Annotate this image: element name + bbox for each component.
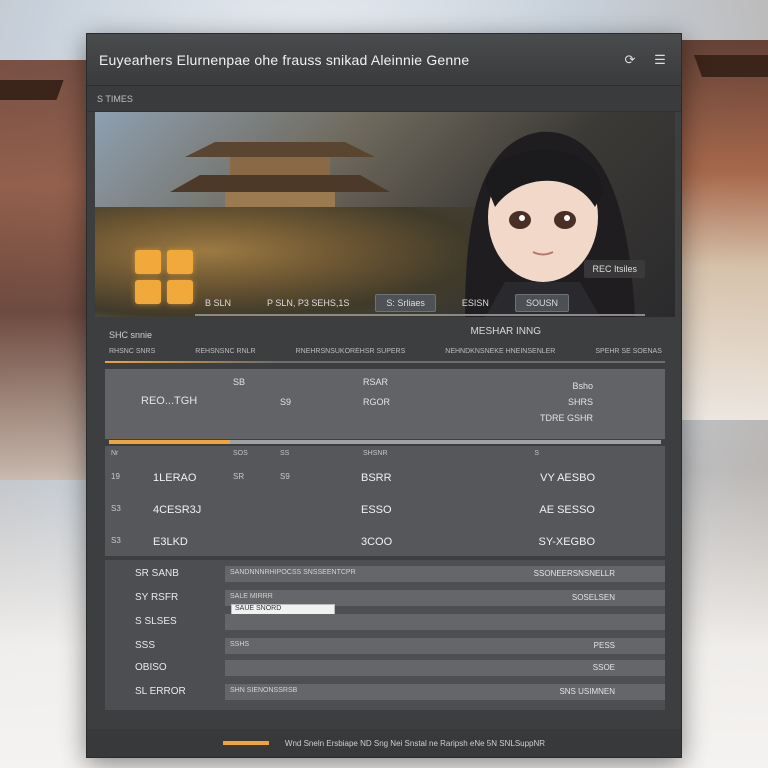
row-name: 4CESR3J xyxy=(153,504,202,516)
footer-accent xyxy=(222,741,269,745)
row-number: 19 xyxy=(111,472,120,481)
list-item-right: PESS xyxy=(593,641,615,650)
stats-table: Nr SOS SS SHSNR S 19 1LERAO SR S9 BSRR V… xyxy=(105,446,665,556)
list-item-label: S SLSES xyxy=(135,616,177,627)
row-b: S9 xyxy=(280,472,290,481)
game-logo-icon xyxy=(135,250,199,310)
column-header[interactable]: NEHNDKNSNEKE HNEINSENLER xyxy=(445,348,555,355)
pill-3[interactable]: S: Srliaes xyxy=(375,294,436,312)
game-launcher-window: Euyearhers Elurnenpae ohe frauss snikad … xyxy=(86,33,682,758)
summary-label: REO...TGH xyxy=(141,395,198,407)
list-item-label: SSS xyxy=(135,640,156,651)
summary-right-a: Bsho xyxy=(572,381,593,391)
list-item[interactable]: S SLSES xyxy=(105,614,665,632)
row-value: 3COO xyxy=(361,536,393,548)
column-headers: RHSNC SNRS REHSNSNC RNLR RNEHRSNSUKOREHS… xyxy=(109,348,669,355)
row-a: SR xyxy=(233,472,245,481)
section-right-title: MESHAR INNG xyxy=(470,326,541,337)
window-controls: ⟳ ☰ xyxy=(621,51,669,69)
list-item[interactable]: SL ERROR SHN SIENONSSRSB SNS USIMNEN xyxy=(105,684,665,702)
list-item[interactable]: SSS SSHS PESS xyxy=(105,638,665,656)
list-item[interactable]: OBISO SSOE xyxy=(105,660,665,678)
refresh-icon[interactable]: ⟳ xyxy=(621,51,639,69)
column-header[interactable]: REHSNSNC RNLR xyxy=(195,348,255,355)
list-item-label: SR SANB xyxy=(135,568,179,579)
footer-bar: Wnd Sneln Ersbiape ND Sng Nei Snstal ne … xyxy=(87,729,681,757)
left-temple xyxy=(0,60,90,480)
column-header[interactable]: RNEHRSNSUKOREHSR SUPERS xyxy=(296,348,406,355)
table-header: SOS xyxy=(233,450,248,457)
summary-right-b: SHRS xyxy=(567,397,593,407)
table-header: SHSNR xyxy=(363,450,388,457)
list-item[interactable]: SY RSFR SALE MIRRR SOSELSEN SAUE SNORD xyxy=(105,590,665,615)
pill-4[interactable]: ESISN xyxy=(452,295,499,311)
list-item-label: SL ERROR xyxy=(135,686,186,697)
row-value: ESSO xyxy=(361,504,392,516)
list-item-label: OBISO xyxy=(135,662,167,673)
progress-fill xyxy=(109,440,231,444)
hero-pill-bar: B SLN P SLN, P3 SEHS,1S S: Srliaes ESISN… xyxy=(195,294,645,312)
hero-banner: REC Itsiles B SLN P SLN, P3 SEHS,1S S: S… xyxy=(95,112,675,317)
row-right: AE SESSO xyxy=(539,504,595,516)
right-temple xyxy=(678,40,768,420)
summary-col2: SB xyxy=(233,377,246,387)
column-header[interactable]: RHSNC SNRS xyxy=(109,348,155,355)
list-item-right: SNS USIMNEN xyxy=(559,687,615,696)
list-item-right: SSOE xyxy=(592,663,615,672)
summary-col3b: RGOR xyxy=(363,397,390,407)
section-left-title: SHC snnie xyxy=(109,330,153,340)
row-number: S3 xyxy=(111,504,121,513)
table-row[interactable]: S3 E3LKD 3COO SY-XEGBO xyxy=(105,528,665,560)
hero-badge: REC Itsiles xyxy=(584,260,645,278)
list-item-mid: SSHS xyxy=(230,641,250,648)
progress-bar xyxy=(109,440,661,444)
list-item-mid: SALE MIRRR xyxy=(230,593,273,600)
summary-col2b: S9 xyxy=(280,397,292,407)
table-header: S xyxy=(534,450,539,457)
summary-right-c: TDRE GSHR xyxy=(539,413,593,423)
right-temple-roof xyxy=(693,55,768,77)
left-temple-roof xyxy=(0,80,64,100)
pill-bar-underline xyxy=(195,314,645,316)
table-row[interactable]: 19 1LERAO SR S9 BSRR VY AESBO xyxy=(105,464,665,496)
breadcrumb: S TIMES xyxy=(87,86,681,112)
row-name: 1LERAO xyxy=(153,472,197,484)
summary-col3: RSAR xyxy=(363,377,389,387)
pill-1[interactable]: B SLN xyxy=(195,295,241,311)
window-title: Euyearhers Elurnenpae ohe frauss snikad … xyxy=(99,51,470,68)
pill-2[interactable]: P SLN, P3 SEHS,1S xyxy=(257,295,359,311)
menu-icon[interactable]: ☰ xyxy=(651,51,669,69)
table-row[interactable]: S3 4CESR3J ESSO AE SESSO xyxy=(105,496,665,528)
footer-text: Wnd Sneln Ersbiape ND Sng Nei Snstal ne … xyxy=(284,738,546,748)
title-bar: Euyearhers Elurnenpae ohe frauss snikad … xyxy=(87,34,681,86)
list-item-label: SY RSFR xyxy=(135,592,179,603)
column-header[interactable]: SPEHR SE SOENAS xyxy=(595,348,662,355)
section-divider xyxy=(105,361,665,363)
pill-5[interactable]: SOUSN xyxy=(514,294,569,312)
row-number: S3 xyxy=(111,536,121,545)
row-right: SY-XEGBO xyxy=(538,536,595,548)
list-item[interactable]: SR SANB SANDNNNRHIPOCSS SNSSEENTCPR SSON… xyxy=(105,566,665,584)
list-item-mid: SANDNNNRHIPOCSS SNSSEENTCPR xyxy=(230,569,356,576)
table-header: SS xyxy=(280,450,290,457)
row-value: BSRR xyxy=(361,472,392,484)
row-right: VY AESBO xyxy=(540,472,595,484)
lower-list: SR SANB SANDNNNRHIPOCSS SNSSEENTCPR SSON… xyxy=(105,560,665,710)
table-header: Nr xyxy=(111,450,119,457)
list-item-right: SSONEERSNSNELLR xyxy=(533,569,615,578)
row-name: E3LKD xyxy=(153,536,188,548)
character-portrait xyxy=(465,131,635,317)
list-item-mid: SHN SIENONSSRSB xyxy=(230,687,298,694)
list-item-band xyxy=(225,614,665,630)
summary-panel: REO...TGH SB S9 RSAR RGOR Bsho SHRS TDRE… xyxy=(105,369,665,439)
list-item-right: SOSELSEN xyxy=(571,593,615,602)
